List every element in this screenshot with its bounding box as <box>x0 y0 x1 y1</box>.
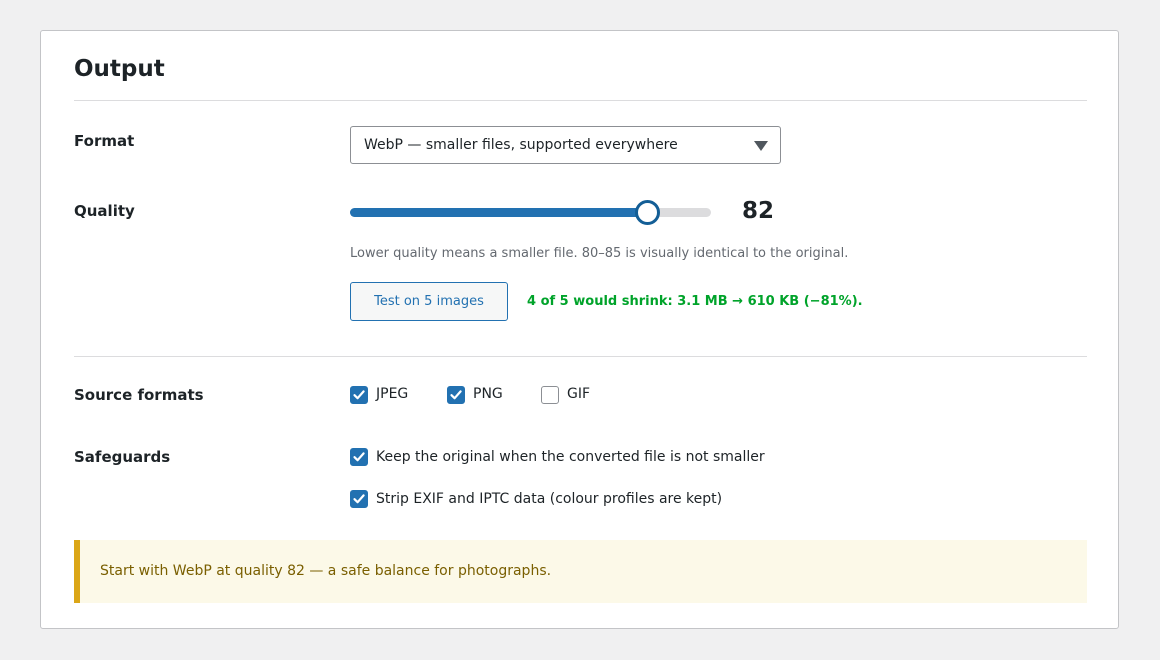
format-selected-value: WebP — smaller files, supported everywhe… <box>364 137 678 153</box>
section-title: Output <box>74 56 165 82</box>
recommendation-notice: Start with WebP at quality 82 — a safe b… <box>74 540 1087 603</box>
gif-checkbox[interactable] <box>541 386 559 404</box>
test-result-text: 4 of 5 would shrink: 3.1 MB → 610 KB (−8… <box>527 294 863 309</box>
notice-text: Start with WebP at quality 82 — a safe b… <box>100 563 552 579</box>
divider <box>74 100 1087 101</box>
safeguards-label: Safeguards <box>74 448 171 466</box>
check-icon <box>353 390 365 400</box>
quality-value: 82 <box>742 198 775 224</box>
quality-slider[interactable] <box>350 200 711 225</box>
check-icon <box>353 494 365 504</box>
format-select[interactable]: WebP — smaller files, supported everywhe… <box>350 126 781 164</box>
output-settings-card: Output Format WebP — smaller files, supp… <box>40 30 1119 629</box>
quality-slider-thumb[interactable] <box>635 200 660 225</box>
source-formats-label: Source formats <box>74 386 204 404</box>
check-icon <box>353 452 365 462</box>
jpeg-checkbox[interactable] <box>350 386 368 404</box>
png-label: PNG <box>473 386 503 402</box>
check-icon <box>450 390 462 400</box>
format-label: Format <box>74 132 135 150</box>
divider <box>74 356 1087 357</box>
jpeg-label: JPEG <box>376 386 409 402</box>
keep-original-checkbox[interactable] <box>350 448 368 466</box>
strip-metadata-checkbox[interactable] <box>350 490 368 508</box>
keep-original-label: Keep the original when the converted fil… <box>376 449 765 465</box>
quality-hint: Lower quality means a smaller file. 80–8… <box>350 246 849 261</box>
caret-down-icon <box>754 141 768 151</box>
strip-metadata-label: Strip EXIF and IPTC data (colour profile… <box>376 491 723 507</box>
quality-slider-fill <box>350 208 646 217</box>
quality-label: Quality <box>74 202 135 220</box>
png-checkbox[interactable] <box>447 386 465 404</box>
gif-label: GIF <box>567 386 591 402</box>
test-images-button[interactable]: Test on 5 images <box>350 282 508 321</box>
